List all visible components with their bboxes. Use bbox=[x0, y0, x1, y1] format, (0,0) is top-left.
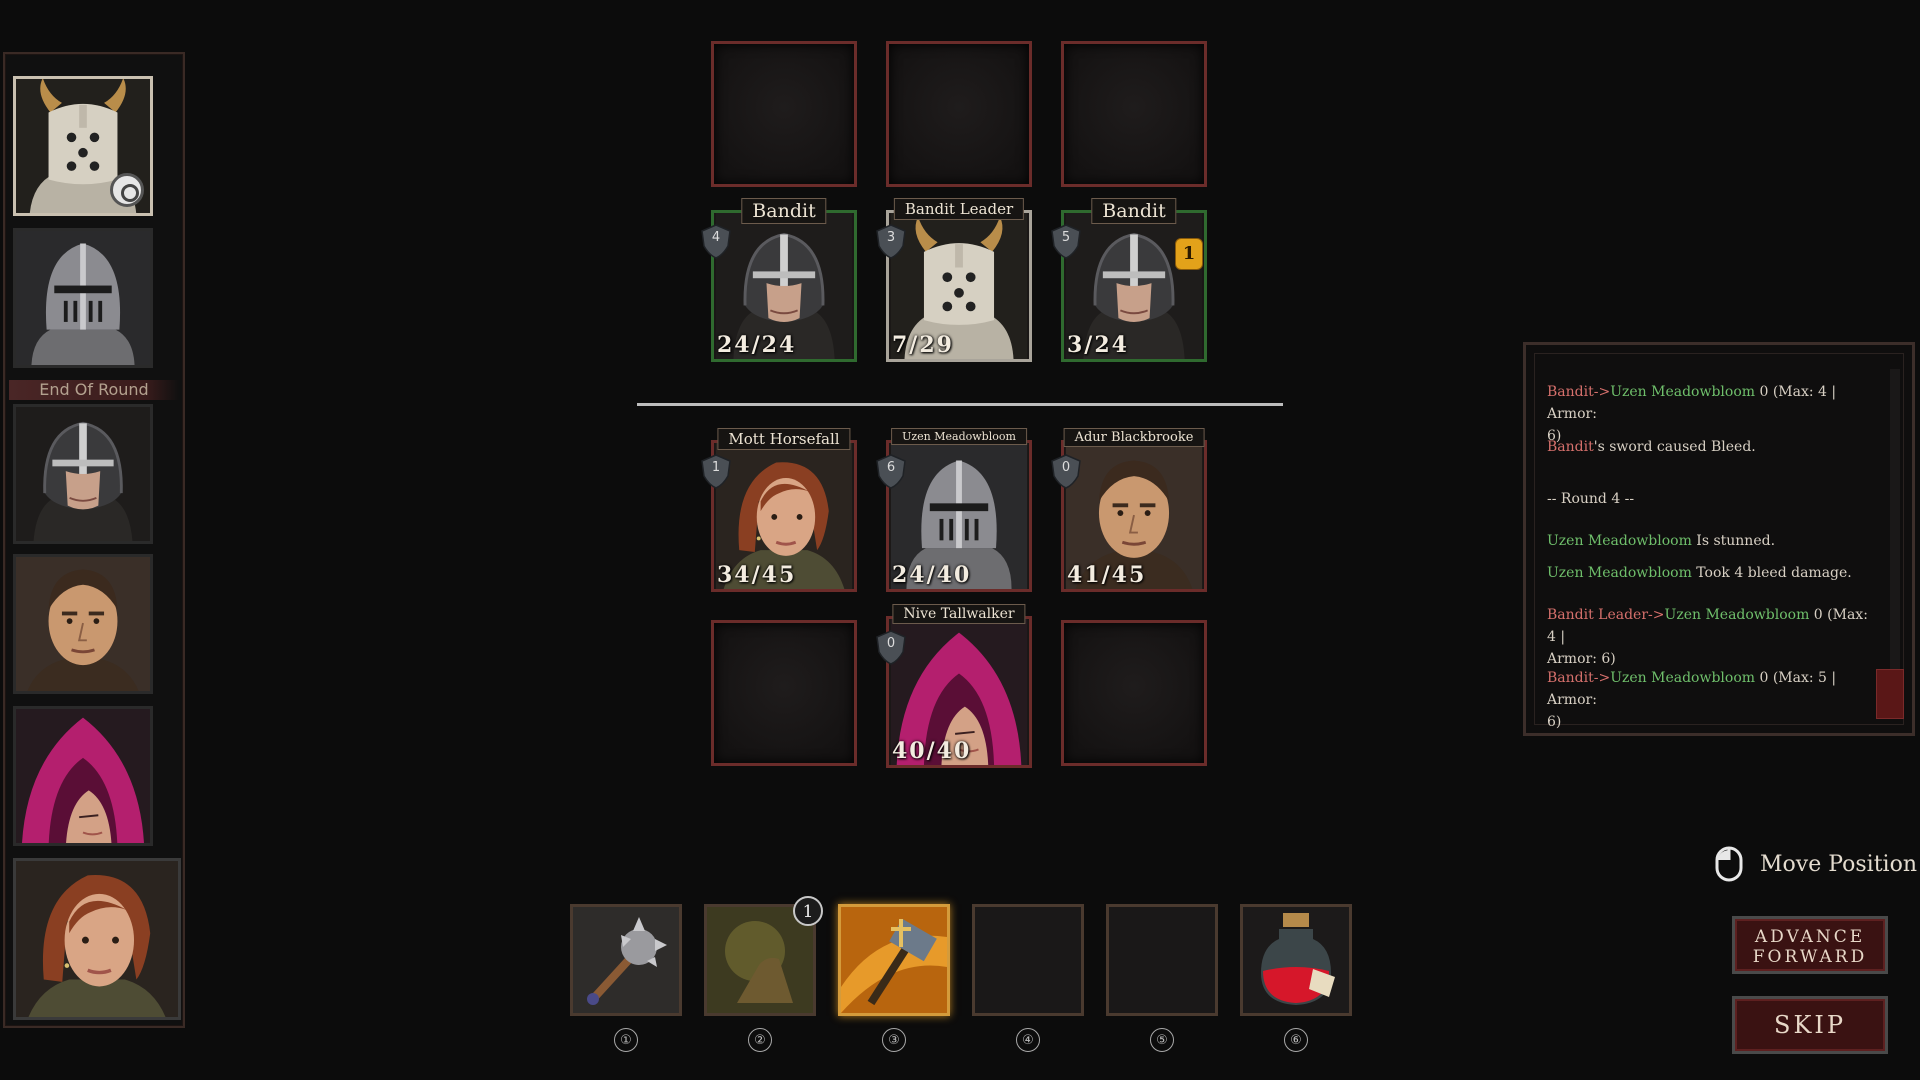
unit-hp: 24/24 bbox=[717, 332, 797, 358]
log-round-header: -- Round 4 -- bbox=[1547, 491, 1635, 507]
turn-portrait-bandit[interactable] bbox=[13, 404, 153, 544]
enemy-back-slot-3[interactable] bbox=[1061, 41, 1207, 187]
skip-button[interactable]: SKIP bbox=[1732, 996, 1888, 1054]
ally-unit-adur-blackbrooke[interactable]: Adur Blackbrooke 0 41/45 bbox=[1051, 428, 1207, 592]
unit-name: Bandit Leader bbox=[893, 198, 1025, 220]
position-shield-icon: 0 bbox=[876, 630, 906, 665]
position-shield-icon: 5 bbox=[1051, 224, 1081, 259]
combat-log-scrollbar[interactable] bbox=[1890, 369, 1900, 709]
end-of-round-marker: End Of Round bbox=[9, 380, 179, 400]
glowing-hand-icon bbox=[707, 907, 813, 1013]
combat-log-panel[interactable]: Bandit->Uzen Meadowbloom 0 (Max: 4 | Arm… bbox=[1523, 342, 1915, 736]
enemy-unit-bandit-1[interactable]: Bandit 4 24/24 bbox=[701, 198, 857, 362]
enemy-back-slot-2[interactable] bbox=[886, 41, 1032, 187]
skill-hotkey-1: ① bbox=[614, 1028, 638, 1052]
skill-hotkey-2: ② bbox=[748, 1028, 772, 1052]
log-entry: Uzen Meadowbloom Is stunned. bbox=[1547, 533, 1776, 549]
ally-unit-nive-tallwalker[interactable]: Nive Tallwalker 0 40/40 bbox=[876, 604, 1032, 768]
unit-hp: 41/45 bbox=[1067, 562, 1147, 588]
skill-hotkey-3: ③ bbox=[882, 1028, 906, 1052]
current-turn-icon bbox=[110, 173, 144, 207]
unit-hp: 40/40 bbox=[892, 738, 972, 764]
unit-name: Mott Horsefall bbox=[717, 428, 851, 450]
turn-portrait-uzen-meadowbloom[interactable] bbox=[13, 228, 153, 368]
log-entry: Bandit->Uzen Meadowbloom 0 (Max: 5 | Arm… bbox=[1547, 670, 1837, 730]
mouse-icon bbox=[1715, 846, 1743, 886]
move-position-label: Move Position bbox=[1760, 852, 1917, 877]
health-potion-icon bbox=[1243, 907, 1349, 1013]
unit-name: Nive Tallwalker bbox=[892, 604, 1026, 624]
ally-unit-mott-horsefall[interactable]: Mott Horsefall 1 34/45 bbox=[701, 428, 857, 592]
holy-hammer-icon bbox=[841, 907, 947, 1013]
status-effect-icon: 1 bbox=[1175, 238, 1203, 270]
log-entry: Bandit Leader->Uzen Meadowbloom 0 (Max: … bbox=[1547, 607, 1868, 667]
unit-hp: 7/29 bbox=[892, 332, 954, 358]
position-shield-icon: 1 bbox=[701, 454, 731, 489]
unit-hp: 3/24 bbox=[1067, 332, 1129, 358]
turn-portrait-bandit-leader[interactable] bbox=[13, 76, 153, 216]
enemy-unit-bandit-2[interactable]: Bandit 5 1 3/24 bbox=[1051, 198, 1207, 362]
unit-name: Uzen Meadowbloom bbox=[891, 428, 1027, 445]
skill-hotkey-4: ④ bbox=[1016, 1028, 1040, 1052]
turn-order-bar: End Of Round bbox=[3, 52, 185, 1028]
turn-portrait-nive-tallwalker[interactable] bbox=[13, 706, 153, 846]
skill-slot-4[interactable] bbox=[972, 904, 1084, 1016]
position-shield-icon: 0 bbox=[1051, 454, 1081, 489]
advance-forward-button[interactable]: ADVANCE FORWARD bbox=[1732, 916, 1888, 974]
position-shield-icon: 4 bbox=[701, 224, 731, 259]
spiked-mace-icon bbox=[573, 907, 679, 1013]
unit-name: Bandit bbox=[741, 198, 827, 224]
ally-back-slot-3[interactable] bbox=[1061, 620, 1207, 766]
turn-portrait-mott-horsefall[interactable] bbox=[13, 858, 181, 1020]
skill-hotkey-6: ⑥ bbox=[1284, 1028, 1308, 1052]
unit-name: Adur Blackbrooke bbox=[1063, 428, 1205, 447]
skill-cooldown-badge: 1 bbox=[793, 896, 823, 926]
unit-hp: 24/40 bbox=[892, 562, 972, 588]
battle-line-divider bbox=[637, 403, 1283, 406]
ally-unit-uzen-meadowbloom[interactable]: Uzen Meadowbloom 6 24/40 bbox=[876, 428, 1032, 592]
ally-back-slot-1[interactable] bbox=[711, 620, 857, 766]
turn-portrait-adur-blackbrooke[interactable] bbox=[13, 554, 153, 694]
combat-log-scroll-thumb[interactable] bbox=[1876, 669, 1904, 719]
skill-slot-5[interactable] bbox=[1106, 904, 1218, 1016]
enemy-unit-bandit-leader[interactable]: Bandit Leader 3 7/29 bbox=[876, 198, 1032, 362]
skill-slot-3[interactable] bbox=[838, 904, 950, 1016]
skill-slot-6[interactable] bbox=[1240, 904, 1352, 1016]
position-shield-icon: 3 bbox=[876, 224, 906, 259]
skill-hotkey-5: ⑤ bbox=[1150, 1028, 1174, 1052]
skill-slot-1[interactable] bbox=[570, 904, 682, 1016]
position-shield-icon: 6 bbox=[876, 454, 906, 489]
enemy-back-slot-1[interactable] bbox=[711, 41, 857, 187]
log-entry: Bandit's sword caused Bleed. bbox=[1547, 439, 1756, 455]
unit-name: Bandit bbox=[1091, 198, 1177, 224]
log-entry: Uzen Meadowbloom Took 4 bleed damage. bbox=[1547, 565, 1852, 581]
unit-hp: 34/45 bbox=[717, 562, 797, 588]
